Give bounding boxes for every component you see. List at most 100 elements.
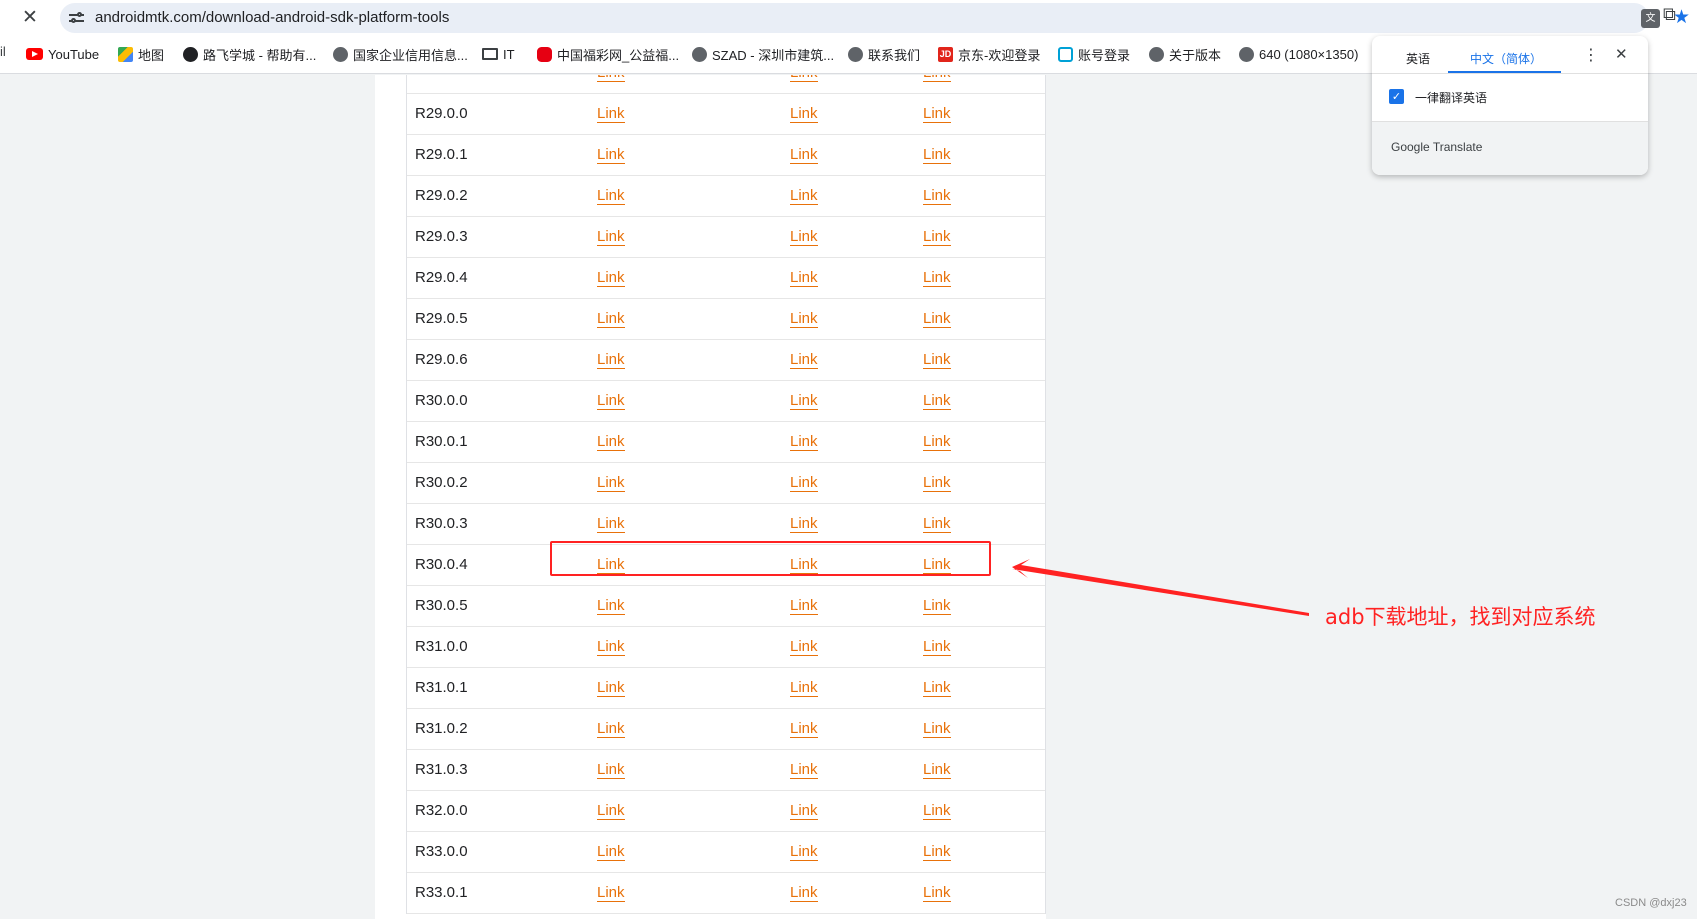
table-row: R30.0.3 Link Link Link [407,504,1045,545]
download-link-3[interactable]: Link [923,720,951,738]
download-link-3[interactable]: Link [923,75,951,82]
download-link-1[interactable]: Link [597,843,625,861]
download-link-2[interactable]: Link [790,392,818,410]
download-link-2[interactable]: Link [790,146,818,164]
bookmark-folder-it[interactable]: IT [482,44,515,64]
download-link-3[interactable]: Link [923,556,951,574]
bookmark-luffy[interactable]: 路飞学城 - 帮助有... [183,44,316,64]
bookmark-640[interactable]: 640 (1080×1350) [1239,44,1358,64]
download-link-1[interactable]: Link [597,392,625,410]
download-link-2[interactable]: Link [790,228,818,246]
download-link-1[interactable]: Link [597,884,625,902]
download-link-3[interactable]: Link [923,474,951,492]
extensions-icon[interactable]: ⧉ [1663,4,1676,25]
close-icon[interactable]: ✕ [1615,45,1628,63]
download-link-2[interactable]: Link [790,638,818,656]
download-link-3[interactable]: Link [923,351,951,369]
download-link-2[interactable]: Link [790,597,818,615]
download-link-2[interactable]: Link [790,351,818,369]
download-link-3[interactable]: Link [923,105,951,123]
always-translate-checkbox[interactable]: ✓ [1389,89,1404,104]
table-row: R32.0.0 Link Link Link [407,791,1045,832]
bookmark-partial-label[interactable]: il [0,44,6,59]
download-link-3[interactable]: Link [923,187,951,205]
download-link-2[interactable]: Link [790,515,818,533]
download-link-2[interactable]: Link [790,843,818,861]
download-link-2[interactable]: Link [790,474,818,492]
download-link-3[interactable]: Link [923,146,951,164]
download-link-1[interactable]: Link [597,802,625,820]
url-text[interactable]: androidmtk.com/download-android-sdk-plat… [95,9,449,26]
download-link-2[interactable]: Link [790,187,818,205]
more-vert-icon[interactable]: ⋮ [1583,45,1599,64]
download-link-1[interactable]: Link [597,474,625,492]
download-link-2[interactable]: Link [790,884,818,902]
bookmark-cwl[interactable]: 中国福彩网_公益福... [537,44,679,64]
download-link-2[interactable]: Link [790,310,818,328]
download-link-2[interactable]: Link [790,269,818,287]
download-link-2[interactable]: Link [790,802,818,820]
bookmark-maps[interactable]: 地图 [118,44,164,64]
download-link-3[interactable]: Link [923,761,951,779]
download-link-3[interactable]: Link [923,433,951,451]
address-bar[interactable]: androidmtk.com/download-android-sdk-plat… [60,3,1690,33]
annotation-text: adb下载地址，找到对应系统 [1325,605,1596,629]
download-link-3[interactable]: Link [923,515,951,533]
download-link-1[interactable]: Link [597,597,625,615]
download-link-1[interactable]: Link [597,351,625,369]
download-link-3[interactable]: Link [923,597,951,615]
bookmark-label: 联系我们 [868,47,921,63]
tab-target-language[interactable]: 中文（简体） [1470,50,1542,67]
bookmark-szad[interactable]: SZAD - 深圳市建筑... [692,44,834,64]
download-link-2[interactable]: Link [790,679,818,697]
download-link-3[interactable]: Link [923,638,951,656]
download-link-3[interactable]: Link [923,228,951,246]
version-cell: R33.0.0 [415,843,468,860]
always-translate-label[interactable]: 一律翻译英语 [1415,89,1487,106]
download-link-3[interactable]: Link [923,843,951,861]
download-link-3[interactable]: Link [923,884,951,902]
bookmark-contact[interactable]: 联系我们 [848,44,920,64]
download-link-2[interactable]: Link [790,761,818,779]
globe-icon [333,46,348,62]
bookmark-account-login[interactable]: 账号登录 [1058,44,1130,64]
download-link-3[interactable]: Link [923,392,951,410]
download-link-1[interactable]: Link [597,556,625,574]
download-link-1[interactable]: Link [597,75,625,82]
bookmark-credit-info[interactable]: 国家企业信用信息... [333,44,468,64]
bookmark-about-version[interactable]: 关于版本 [1149,44,1221,64]
download-link-2[interactable]: Link [790,433,818,451]
close-icon[interactable]: ✕ [22,6,38,28]
download-link-1[interactable]: Link [597,679,625,697]
watermark: CSDN @dxj23 [1615,897,1687,909]
download-link-1[interactable]: Link [597,146,625,164]
download-link-2[interactable]: Link [790,720,818,738]
version-cell: R31.0.2 [415,720,468,737]
download-link-1[interactable]: Link [597,228,625,246]
download-link-1[interactable]: Link [597,187,625,205]
download-link-1[interactable]: Link [597,720,625,738]
download-link-3[interactable]: Link [923,802,951,820]
tune-icon[interactable] [69,11,84,25]
download-link-3[interactable]: Link [923,269,951,287]
download-link-2[interactable]: Link [790,75,818,82]
tab-source-language[interactable]: 英语 [1406,50,1430,67]
download-link-1[interactable]: Link [597,310,625,328]
download-link-3[interactable]: Link [923,310,951,328]
download-link-1[interactable]: Link [597,105,625,123]
bookmark-jd[interactable]: JD 京东-欢迎登录 [938,44,1040,64]
download-link-1[interactable]: Link [597,269,625,287]
table-row: R33.0.1 Link Link Link [407,873,1045,914]
download-link-1[interactable]: Link [597,433,625,451]
download-link-1[interactable]: Link [597,638,625,656]
download-link-2[interactable]: Link [790,105,818,123]
download-link-1[interactable]: Link [597,515,625,533]
bookmark-label: 中国福彩网_公益福... [557,47,680,63]
translate-icon[interactable]: 文 [1641,9,1660,28]
download-link-3[interactable]: Link [923,679,951,697]
google-translate-brand: Google Translate [1391,140,1483,154]
download-link-2[interactable]: Link [790,556,818,574]
bookmark-youtube[interactable]: YouTube [26,44,99,64]
download-link-1[interactable]: Link [597,761,625,779]
version-cell: R29.0.1 [415,146,468,163]
